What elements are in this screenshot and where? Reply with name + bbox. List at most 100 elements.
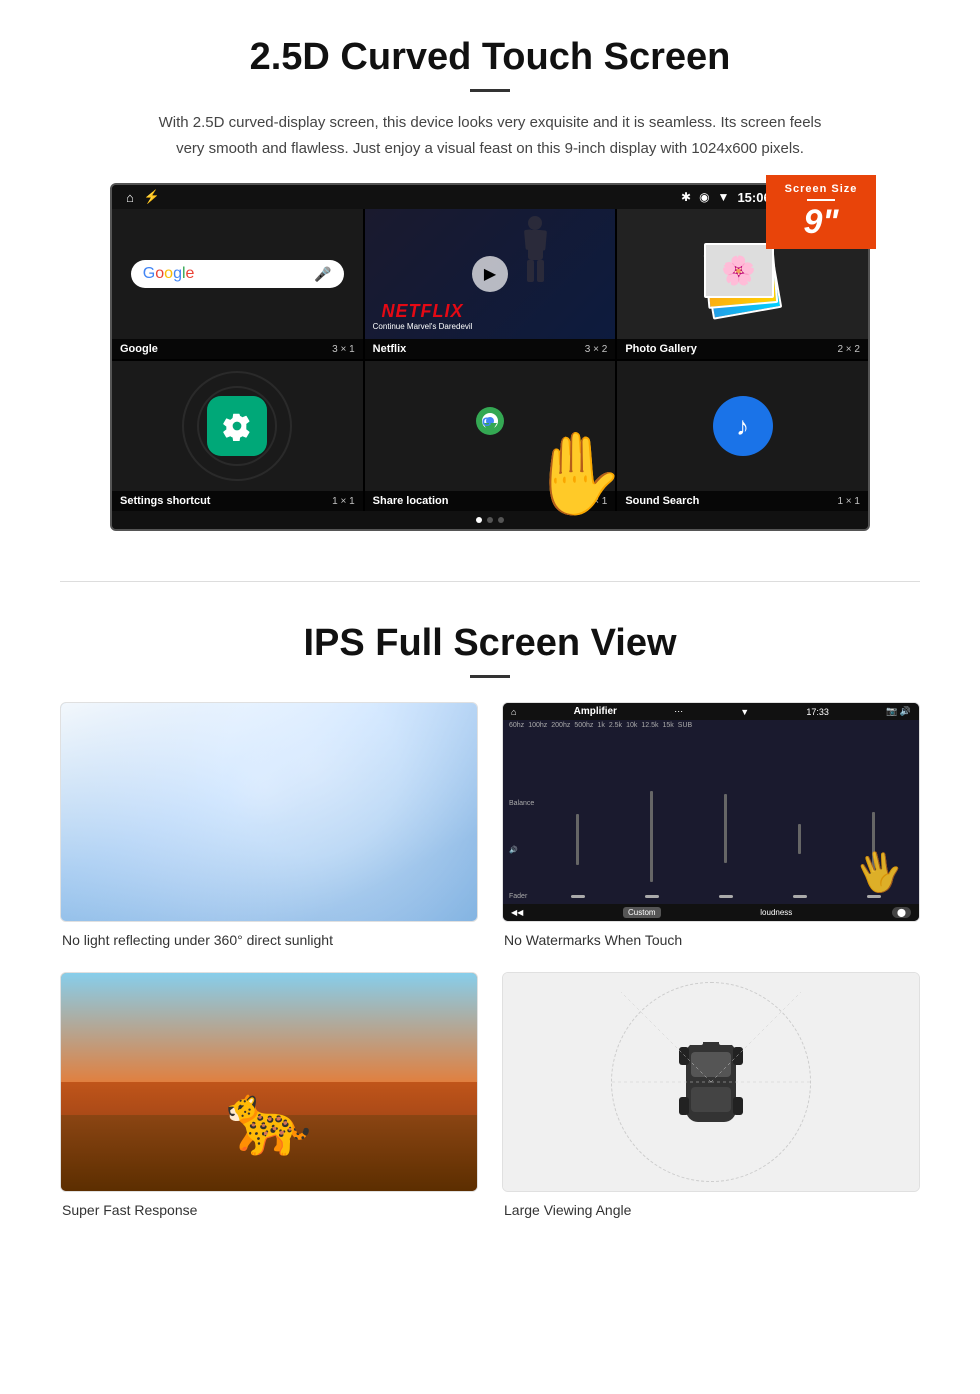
amp-dots: ⋯: [674, 706, 683, 717]
status-time: 15:06: [737, 190, 770, 205]
settings-bg-circles: [112, 361, 363, 491]
badge-size: 9": [772, 205, 870, 239]
music-note-icon: ♪: [736, 411, 749, 442]
google-app-name: Google: [120, 343, 158, 355]
section-divider: [60, 581, 920, 582]
usb-icon: ⚡: [144, 189, 160, 205]
netflix-branding: NETFLIX Continue Marvel's Daredevil: [373, 301, 473, 331]
freq-label: SUB: [678, 722, 692, 729]
freq-label: 1k: [597, 722, 604, 729]
google-app-size: 3 × 1: [332, 344, 355, 355]
car-caption: Large Viewing Angle: [502, 1202, 920, 1218]
sound-icon-circle: ♪: [713, 396, 773, 456]
settings-cell-inner: [112, 361, 363, 491]
app-grid: Google 🎤 Google 3 × 1: [112, 209, 868, 511]
dot-2: [487, 517, 493, 523]
netflix-play-button[interactable]: ▶: [472, 256, 508, 292]
share-app-name: Share location: [373, 495, 449, 507]
eq-bar-wrapper-1: [542, 780, 613, 900]
feature-cheetah: 🐆 Super Fast Response: [60, 972, 478, 1218]
netflix-subtitle: Continue Marvel's Daredevil: [373, 322, 473, 331]
eq-handle: [571, 895, 585, 898]
sky-top: [61, 973, 477, 1082]
freq-label: 15k: [662, 722, 673, 729]
google-label: Google 3 × 1: [112, 339, 363, 359]
sound-label: Sound Search 1 × 1: [617, 491, 868, 511]
settings-app-size: 1 × 1: [332, 496, 355, 507]
gallery-app-size: 2 × 2: [837, 344, 860, 355]
dot-1: [476, 517, 482, 523]
amp-volume-icon: 🔊: [509, 846, 534, 854]
google-app-cell[interactable]: Google 🎤 Google 3 × 1: [112, 209, 363, 359]
amp-body: Balance 🔊 Fader: [503, 731, 919, 904]
netflix-cell-inner: ▶ NETFLIX Continue Marvel's Daredevil: [365, 209, 616, 339]
feature-car: Large Viewing Angle: [502, 972, 920, 1218]
amp-custom-btn: Custom: [623, 907, 661, 918]
car-bg: [503, 973, 919, 1191]
dot-3: [498, 517, 504, 523]
feature-watermark: ⌂ Amplifier ⋯ ▼ 17:33 📷 🔊 60hz 100hz 200…: [502, 702, 920, 948]
share-app-cell[interactable]: G 🤚 Share location 1 × 1: [365, 361, 616, 511]
cheetah-image: 🐆: [60, 972, 478, 1192]
netflix-logo: NETFLIX: [373, 301, 473, 322]
netflix-app-size: 3 × 2: [585, 344, 608, 355]
settings-app-cell[interactable]: Settings shortcut 1 × 1: [112, 361, 363, 511]
amp-time: 17:33: [806, 707, 829, 717]
section1-description: With 2.5D curved-display screen, this de…: [150, 110, 830, 161]
freq-label: 2.5k: [609, 722, 622, 729]
sound-app-cell[interactable]: ♪ Sound Search 1 × 1: [617, 361, 868, 511]
amp-header: ⌂ Amplifier ⋯ ▼ 17:33 📷 🔊: [503, 703, 919, 720]
eq-bars: 🖐: [538, 780, 913, 900]
eq-bar-2: [616, 780, 687, 893]
eq-bar-fill: [798, 824, 801, 854]
flower-icon: 🌸: [721, 254, 756, 287]
amp-wifi-icon: ▼: [740, 707, 749, 717]
feature-grid: No light reflecting under 360° direct su…: [60, 702, 920, 1218]
eq-bar-4: [764, 780, 835, 893]
mic-icon: 🎤: [314, 266, 331, 283]
pagination-dots: [112, 511, 868, 529]
eq-bar-3: [690, 780, 761, 893]
amp-back-icon: ◀◀: [511, 908, 523, 917]
watermark-caption: No Watermarks When Touch: [502, 932, 920, 948]
amp-toggle-icon: ⬤: [892, 907, 911, 918]
amp-loudness-label: loudness: [760, 908, 792, 917]
amp-title: Amplifier: [574, 706, 617, 717]
section2-title: IPS Full Screen View: [60, 622, 920, 665]
location-icon: ◉: [699, 190, 709, 204]
eq-bar-fill: [576, 814, 579, 865]
gmaps-icon: G: [465, 401, 515, 451]
settings-label: Settings shortcut 1 × 1: [112, 491, 363, 511]
sky-gradient: [61, 703, 477, 921]
freq-label: 100hz: [528, 722, 547, 729]
freq-label: 10k: [626, 722, 637, 729]
badge-top-label: Screen Size: [772, 183, 870, 195]
gallery-label: Photo Gallery 2 × 2: [617, 339, 868, 359]
screen-container: Screen Size 9" ⌂ ⚡ ✱ ◉ ▼ 15:06: [110, 183, 870, 531]
eq-handle: [719, 895, 733, 898]
cheetah-bg: 🐆: [61, 973, 477, 1191]
freq-label: 500hz: [574, 722, 593, 729]
freq-labels: 60hz 100hz 200hz 500hz 1k 2.5k 10k 12.5k…: [503, 720, 919, 731]
netflix-app-name: Netflix: [373, 343, 407, 355]
eq-bar-wrapper-3: [690, 780, 761, 900]
eq-bar-1: [542, 780, 613, 893]
netflix-label: Netflix 3 × 2: [365, 339, 616, 359]
eq-bar-wrapper-4: [764, 780, 835, 900]
google-search-bar: Google 🎤: [131, 260, 344, 288]
sunlight-image: [60, 702, 478, 922]
sound-app-name: Sound Search: [625, 495, 699, 507]
amp-labels: Balance 🔊 Fader: [509, 800, 534, 900]
device-screen: ⌂ ⚡ ✱ ◉ ▼ 15:06 📷 🔊 ⊠ ▭: [110, 183, 870, 531]
gallery-app-name: Photo Gallery: [625, 343, 697, 355]
sound-cell-inner: ♪: [617, 361, 868, 491]
freq-label: 60hz: [509, 722, 524, 729]
google-cell-inner: Google 🎤: [112, 209, 363, 339]
daredevil-silhouette: [518, 216, 553, 286]
eq-handle: [645, 895, 659, 898]
amp-home-icon: ⌂: [511, 707, 516, 717]
netflix-app-cell[interactable]: ▶ NETFLIX Continue Marvel's Daredevil Ne…: [365, 209, 616, 359]
title-underline: [470, 89, 510, 92]
google-logo: Google: [143, 265, 195, 283]
eq-handle: [793, 895, 807, 898]
